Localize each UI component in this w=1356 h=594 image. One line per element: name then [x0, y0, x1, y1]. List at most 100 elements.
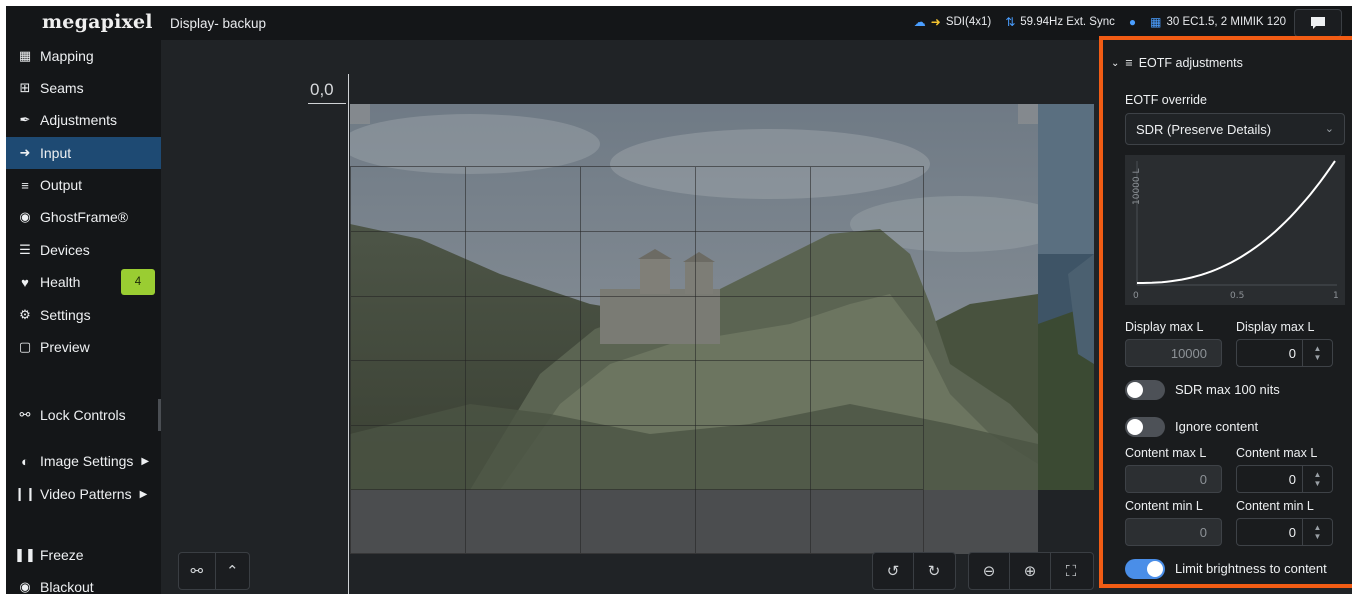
zoom-out-button[interactable]: ⊖	[969, 553, 1009, 589]
fit-to-screen-button[interactable]: ⛶	[1051, 553, 1091, 589]
app-window: megapixel Display- backup ☁ ➜ SDI(4x1) ⇅…	[6, 6, 1352, 594]
grid-icon: ▦	[18, 48, 32, 63]
chat-button[interactable]	[1294, 9, 1342, 37]
devices-grid-icon: ▦	[1150, 15, 1162, 29]
second-input-preview	[1038, 104, 1094, 490]
panel-title: EOTF adjustments	[1138, 56, 1243, 70]
chevron-down-icon: ⌄	[1324, 123, 1334, 135]
caret-right-icon: ▶	[139, 488, 148, 500]
sidebar-item-mapping[interactable]: ▦ Mapping	[6, 40, 161, 72]
sidebar-item-devices[interactable]: ☰ Devices	[6, 234, 161, 266]
bulb-icon: ◉	[19, 579, 31, 594]
content-max-readonly-field: 0	[1125, 465, 1222, 493]
undo-button[interactable]: ↺	[873, 553, 913, 589]
stepper-arrows-icon[interactable]: ▲ ▼	[1302, 519, 1332, 545]
status-devices: 30 EC1.5, 2 MIMIK 120	[1166, 16, 1286, 28]
unlock-icon: ⚯	[19, 407, 31, 422]
content-min-stepper[interactable]: 0 ▲ ▼	[1236, 518, 1333, 546]
clock-icon: ●	[1128, 15, 1137, 29]
sidebar-item-label: Output	[40, 177, 83, 193]
eotf-override-select[interactable]: SDR (Preserve Details) ⌄	[1125, 113, 1345, 145]
sidebar-item-output[interactable]: ≡ Output	[6, 169, 161, 201]
health-badge: 4	[121, 269, 155, 295]
image-settings-menu[interactable]: ◐ Image Settings ▶	[6, 445, 161, 477]
content-min-label-a: Content min L	[1125, 499, 1203, 513]
ghostframe-icon: ◉	[19, 209, 31, 224]
sidebar-item-ghostframe[interactable]: ◉ GhostFrame®	[6, 201, 161, 233]
origin-marker-v	[348, 74, 349, 594]
content-max-stepper[interactable]: 0 ▲ ▼	[1236, 465, 1333, 493]
sidebar-item-label: Settings	[40, 307, 91, 323]
panel-grid-overlay[interactable]	[350, 166, 924, 554]
sidebar-item-preview[interactable]: ▢ Preview	[6, 331, 161, 363]
sliders-icon: ≡	[1125, 56, 1133, 70]
zoom-in-icon: ⊕	[1023, 563, 1037, 580]
content-min-readonly-field: 0	[1125, 518, 1222, 546]
history-toolbar: ↺ ↻	[872, 552, 956, 590]
expand-toolbar-button[interactable]: ⌃	[215, 553, 249, 589]
sidebar-item-label: Seams	[40, 80, 84, 96]
stepper-arrows-icon[interactable]: ▲ ▼	[1302, 466, 1332, 492]
sidebar-item-label: Devices	[40, 242, 90, 258]
sidebar-item-label: Mapping	[40, 48, 94, 64]
content-min-label-b: Content min L	[1236, 499, 1314, 513]
content-max-value-a: 0	[1199, 471, 1207, 487]
lock-controls-button[interactable]: ⚯ Lock Controls	[6, 399, 161, 431]
mapping-canvas[interactable]: 0,0 ⚯ ⌃ ↺ ↻ ⊖ ⊕ ⛶	[161, 40, 1094, 594]
chart-y-label: 10000 L	[1132, 168, 1142, 205]
brush-icon: ✒	[19, 112, 31, 127]
bars-icon: ❙❙	[14, 486, 36, 501]
display-max-value-a: 10000	[1170, 345, 1207, 361]
sidebar-item-label: Health	[40, 274, 81, 290]
sidebar-item-seams[interactable]: ⊞ Seams	[6, 72, 161, 104]
content-max-value-b: 0	[1288, 472, 1296, 487]
gears-icon: ⚙	[19, 307, 31, 322]
sidebar-item-label: Video Patterns	[40, 486, 132, 502]
sidebar-item-label: Lock Controls	[40, 407, 126, 423]
display-max-readonly-field: 10000	[1125, 339, 1222, 367]
eotf-curve-chart: 10000 L 0 0.5 1	[1125, 155, 1345, 305]
resize-handle-tr[interactable]	[1018, 104, 1038, 124]
sidebar-item-label: GhostFrame®	[40, 209, 129, 225]
heart-pulse-icon: ♥	[21, 274, 29, 290]
caret-right-icon: ▶	[141, 455, 150, 467]
eotf-panel-header[interactable]: ⌄ ≡ EOTF adjustments	[1111, 56, 1243, 70]
list-icon: ☰	[19, 242, 31, 257]
ignore-content-toggle[interactable]	[1125, 417, 1165, 437]
sdr-max-toggle[interactable]	[1125, 380, 1165, 400]
lock-toolbar: ⚯ ⌃	[178, 552, 250, 590]
sidebar-item-label: Adjustments	[40, 112, 118, 128]
zoom-in-button[interactable]: ⊕	[1010, 553, 1050, 589]
sidebar-item-settings[interactable]: ⚙ Settings	[6, 299, 161, 331]
cloud-icon: ☁	[913, 15, 926, 29]
freeze-button[interactable]: ❚❚ Freeze	[6, 539, 161, 571]
chevron-down-icon: ⌄	[1111, 57, 1120, 69]
display-max-value-b: 0	[1288, 346, 1296, 361]
plus-square-icon: ⊞	[19, 80, 31, 95]
blackout-button[interactable]: ◉ Blackout	[6, 571, 161, 594]
video-patterns-menu[interactable]: ❙❙ Video Patterns ▶	[6, 478, 161, 510]
stepper-arrows-icon[interactable]: ▲ ▼	[1302, 340, 1332, 366]
display-max-label-b: Display max L	[1236, 320, 1315, 334]
sidebar-item-input[interactable]: ➜ Input	[6, 137, 161, 169]
resize-handle-tl[interactable]	[350, 104, 370, 124]
sidebar-item-health[interactable]: ♥ Health 4	[6, 266, 161, 298]
pause-icon: ❚❚	[14, 547, 36, 562]
contrast-icon: ◐	[21, 453, 29, 469]
brand-logo: megapixel	[42, 11, 153, 33]
input-signal-icon: ➜	[930, 15, 941, 29]
content-max-label-a: Content max L	[1125, 446, 1207, 460]
chat-icon	[1311, 17, 1325, 29]
sidebar-item-label: Image Settings	[40, 453, 134, 469]
redo-button[interactable]: ↻	[914, 553, 954, 589]
eotf-override-value: SDR (Preserve Details)	[1136, 121, 1272, 137]
unlock-canvas-button[interactable]: ⚯	[179, 553, 215, 589]
fullscreen-icon: ⛶	[1065, 562, 1077, 580]
zoom-out-icon: ⊖	[982, 563, 996, 580]
display-max-stepper[interactable]: 0 ▲ ▼	[1236, 339, 1333, 367]
chart-x-tick: 1	[1333, 291, 1339, 301]
limit-brightness-toggle[interactable]	[1125, 559, 1165, 579]
redo-icon: ↻	[927, 563, 941, 580]
sidebar-item-adjustments[interactable]: ✒ Adjustments	[6, 104, 161, 136]
monitor-icon: ▢	[18, 339, 32, 354]
